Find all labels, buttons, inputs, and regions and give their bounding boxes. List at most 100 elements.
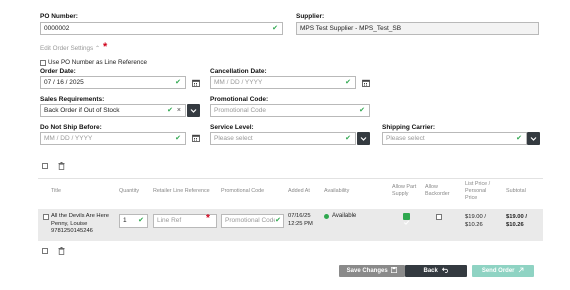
save-changes-button[interactable]: Save Changes <box>339 265 405 277</box>
cancellation-date-placeholder: MM / DD / YYYY <box>214 79 263 86</box>
column-header-retailer-ref: Retailer Line Reference <box>153 188 210 194</box>
service-level-label: Service Level: <box>210 124 254 131</box>
select-all-checkbox[interactable] <box>42 163 48 169</box>
cancellation-date-input[interactable]: MM / DD / YYYY ✔ <box>210 76 356 89</box>
chevron-down-icon <box>530 137 537 141</box>
back-button[interactable]: Back <box>405 265 467 277</box>
row-isbn: 9781250145246 <box>51 228 93 234</box>
calendar-icon[interactable] <box>362 79 370 87</box>
supplier-label: Supplier: <box>296 13 325 20</box>
valid-check-icon: ✔ <box>345 135 351 142</box>
valid-check-icon: ✔ <box>275 215 281 226</box>
do-not-ship-before-input[interactable]: MM / DD / YYYY ✔ <box>40 132 186 145</box>
order-date-value: 07 / 16 / 2025 <box>44 79 84 86</box>
required-star: * <box>103 41 108 53</box>
column-header-allow-part: Allow Part Supply <box>392 184 417 197</box>
external-arrow-icon <box>518 267 524 273</box>
subtotal-list: $19.00 / <box>506 214 527 220</box>
valid-check-icon: ✔ <box>272 25 278 32</box>
chevron-up-icon: ⌃ <box>94 46 100 52</box>
added-at-cell: 07/16/25 12:25 PM <box>288 213 313 228</box>
subtotal-personal: $10.26 <box>506 222 524 228</box>
row-author: Penny, Louise <box>51 220 88 227</box>
shipping-carrier-label: Shipping Carrier: <box>382 124 436 131</box>
required-star: * <box>206 213 210 224</box>
quantity-input[interactable]: 1 ✔ <box>119 214 148 228</box>
shipping-carrier-placeholder: Please select <box>386 135 425 142</box>
column-header-title: Title <box>51 188 61 194</box>
use-po-label: Use PO Number as Line Reference <box>48 59 148 66</box>
valid-check-icon: ✔ <box>138 217 144 224</box>
trash-icon[interactable] <box>58 162 65 170</box>
row-promo-placeholder: Promotional Code <box>225 217 278 224</box>
edit-order-settings-toggle[interactable]: Edit Order Settings ⌃ <box>40 45 100 52</box>
cancellation-date-label: Cancellation Date: <box>210 68 267 75</box>
valid-check-icon: ✔ <box>175 79 181 86</box>
divider <box>38 178 543 179</box>
order-date-label: Order Date: <box>40 68 76 75</box>
added-date: 07/16/25 <box>288 213 311 219</box>
chevron-down-icon <box>190 109 197 113</box>
row-checkbox[interactable] <box>43 214 49 220</box>
send-order-button[interactable]: Send Order <box>472 265 534 277</box>
valid-check-icon: ✔ <box>359 107 365 114</box>
trash-icon[interactable] <box>58 247 65 255</box>
promotional-code-label: Promotional Code: <box>210 96 269 103</box>
order-date-input[interactable]: 07 / 16 / 2025 ✔ <box>40 76 186 89</box>
sales-requirements-select[interactable]: Back Order if Out of Stock ✔ × <box>40 104 186 117</box>
service-level-placeholder: Please select <box>214 135 253 142</box>
promotional-code-placeholder: Promotional Code <box>214 107 267 114</box>
price-cell: $19.00 / $10.26 <box>465 213 486 229</box>
send-order-label: Send Order <box>481 268 515 274</box>
po-number-value: 0000002 <box>44 25 70 32</box>
availability-dot-icon <box>324 214 329 219</box>
column-header-subtotal: Subtotal <box>506 188 526 194</box>
line-ref-placeholder: Line Ref <box>157 217 182 224</box>
column-header-availability: Availability <box>324 188 350 194</box>
do-not-ship-before-placeholder: MM / DD / YYYY <box>44 135 93 142</box>
supplier-value: MPS Test Supplier - MPS_Test_SB <box>300 25 402 32</box>
sales-requirements-label: Sales Requirements: <box>40 96 105 103</box>
promotional-code-input[interactable]: Promotional Code ✔ <box>210 104 370 117</box>
list-price: $19.00 / <box>465 214 486 220</box>
shipping-carrier-select[interactable]: Please select ✔ <box>382 132 527 145</box>
po-number-input[interactable]: 0000002 ✔ <box>40 22 283 35</box>
column-header-added-at: Added At <box>288 188 310 194</box>
save-icon <box>391 266 398 274</box>
service-level-select[interactable]: Please select ✔ <box>210 132 356 145</box>
shipping-carrier-dropdown-button[interactable] <box>527 132 540 145</box>
sales-requirements-value: Back Order if Out of Stock <box>44 107 120 114</box>
check-icon <box>403 220 410 225</box>
valid-check-icon: ✔ <box>167 107 173 114</box>
po-number-label: PO Number: <box>40 13 78 20</box>
calendar-icon[interactable] <box>192 79 200 87</box>
do-not-ship-before-label: Do Not Ship Before: <box>40 124 102 131</box>
column-header-allow-backorder: Allow Backorder <box>425 184 450 197</box>
sales-requirements-dropdown-button[interactable] <box>187 104 200 117</box>
valid-check-icon: ✔ <box>516 135 522 142</box>
row-promo-input[interactable]: Promotional Code ✔ <box>221 214 284 228</box>
service-level-dropdown-button[interactable] <box>357 132 370 145</box>
supplier-input: MPS Test Supplier - MPS_Test_SB <box>296 22 539 35</box>
back-label: Back <box>423 268 438 274</box>
quantity-value: 1 <box>123 217 127 224</box>
subtotal-cell: $19.00 / $10.26 <box>506 213 527 229</box>
valid-check-icon: ✔ <box>175 135 181 142</box>
select-all-checkbox-bottom[interactable] <box>42 248 48 254</box>
clear-icon[interactable]: × <box>177 105 181 116</box>
allow-part-checkbox[interactable] <box>403 213 410 225</box>
edit-order-settings-label: Edit Order Settings <box>40 45 94 52</box>
row-title-cell: All the Devils Are Here Penny, Louise 97… <box>51 213 109 236</box>
availability-status: Available <box>332 213 357 219</box>
column-header-promo: Promotional Code <box>221 188 265 194</box>
use-po-checkbox[interactable] <box>40 60 46 66</box>
valid-check-icon: ✔ <box>345 79 351 86</box>
row-title[interactable]: All the Devils Are Here <box>51 213 109 221</box>
added-time: 12:25 PM <box>288 220 313 227</box>
save-changes-label: Save Changes <box>346 268 388 274</box>
chevron-down-icon <box>360 137 367 141</box>
column-header-list-price: List Price / Personal Price <box>465 181 491 201</box>
allow-backorder-checkbox[interactable] <box>436 214 442 220</box>
calendar-icon[interactable] <box>192 134 200 142</box>
undo-icon <box>441 267 448 273</box>
